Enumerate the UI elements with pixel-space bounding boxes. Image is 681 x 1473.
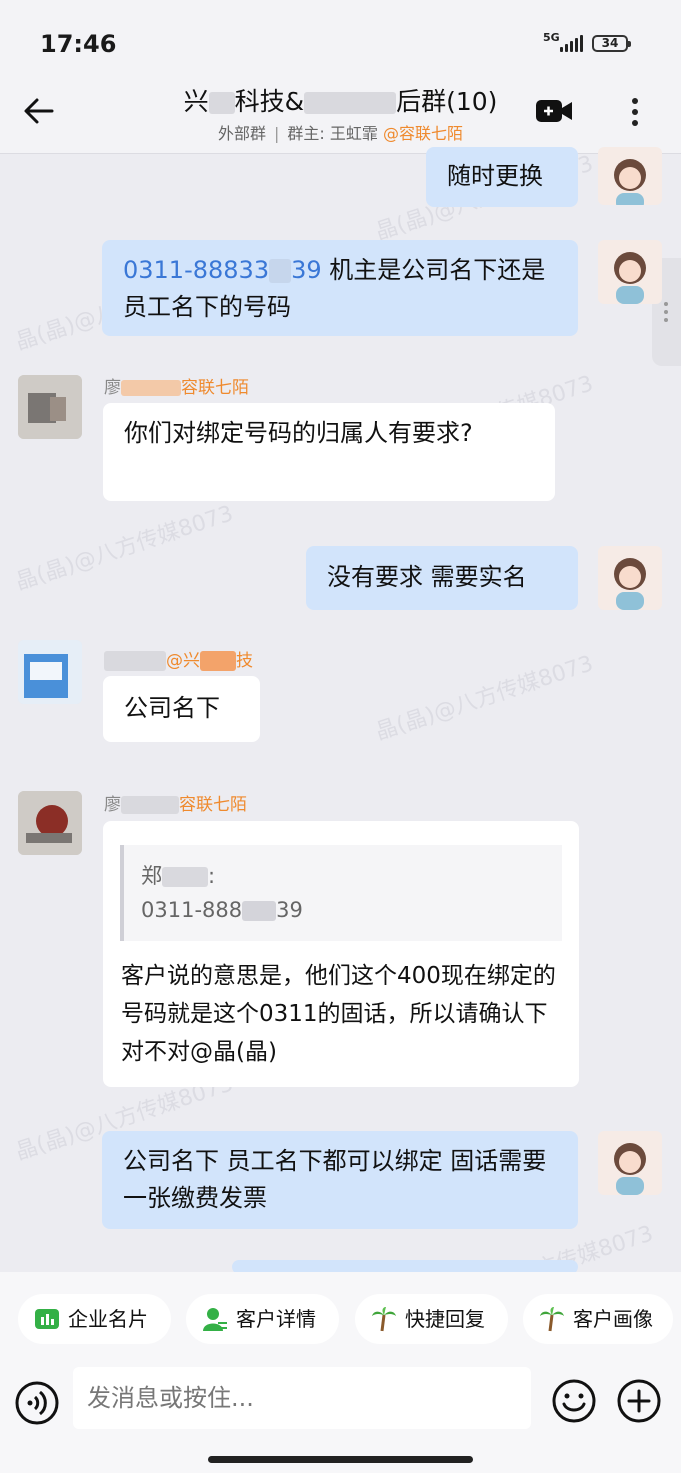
contact-avatar-icon <box>18 640 82 704</box>
message-bubble[interactable]: 你们对绑定号码的归属人有要求? <box>103 403 555 501</box>
user-avatar-icon <box>614 252 646 304</box>
add-icon[interactable] <box>616 1378 662 1424</box>
business-card-icon <box>35 1309 59 1329</box>
chat-subtitle: 外部群 | 群主: 王虹霏 @容联七陌 <box>218 124 463 143</box>
business-card-button[interactable]: 企业名片 <box>18 1294 171 1344</box>
business-card-label: 企业名片 <box>68 1307 148 1331</box>
message-text: 客户说的意思是，他们这个400现在绑定的号码就是这个0311的固话，所以请确认下… <box>121 963 556 1065</box>
message-text: 公司名下 <box>124 694 220 722</box>
quote-text-part: 0311-888 <box>141 898 243 922</box>
quote-sender: 郑: <box>141 864 216 888</box>
network-type: 5G <box>543 31 560 44</box>
status-time: 17:46 <box>40 30 117 58</box>
redacted-block <box>269 259 292 283</box>
battery-icon: 34 <box>592 35 631 52</box>
avatar[interactable] <box>18 640 82 704</box>
message-input[interactable] <box>73 1367 531 1429</box>
palm-tree-icon <box>540 1307 564 1332</box>
quick-reply-label: 快捷回复 <box>405 1307 485 1331</box>
chat-header: 兴科技& 后群(10) 外部群 | 群主: 王虹霏 @容联七陌 <box>0 78 681 154</box>
sender-name-text: 廖 <box>104 795 121 815</box>
redacted-block <box>242 901 277 921</box>
group-owner-label: 群主: 王虹霏 <box>287 124 378 143</box>
avatar[interactable] <box>598 1131 662 1195</box>
chat-title: 兴科技& 后群(10) <box>0 82 681 118</box>
more-options-icon[interactable] <box>620 92 650 132</box>
message-text: 你们对绑定号码的归属人有要求? <box>124 419 473 447</box>
quote-text: 0311-888 39 <box>141 893 562 927</box>
avatar[interactable] <box>598 546 662 610</box>
sender-org: 技 <box>236 651 253 671</box>
redacted-block <box>304 92 397 114</box>
sender-org: 容联七陌 <box>181 378 249 398</box>
redacted-block <box>121 380 181 396</box>
quote-sender-name: 郑 <box>141 864 162 888</box>
user-avatar-icon <box>614 1143 646 1195</box>
chat-title-part-1: 兴 <box>183 87 209 116</box>
group-org-label: @容联七陌 <box>382 124 463 143</box>
customer-profile-label: 客户画像 <box>573 1307 653 1331</box>
avatar[interactable] <box>598 147 662 205</box>
redacted-block <box>200 651 236 671</box>
user-avatar-icon <box>614 558 646 610</box>
message-bubble[interactable]: 没有要求 需要实名 <box>306 546 578 610</box>
redacted-block <box>208 92 235 114</box>
message-bubble[interactable]: 公司名下 <box>103 676 260 742</box>
composer-bar <box>0 1362 681 1473</box>
avatar[interactable] <box>18 791 82 855</box>
sender-org: @兴 <box>166 651 200 671</box>
avatar[interactable] <box>18 375 82 439</box>
watermark: 晶(晶)@八方传媒8073 <box>372 651 597 746</box>
redacted-block <box>121 796 179 814</box>
palm-tree-icon <box>372 1307 396 1332</box>
avatar[interactable] <box>598 240 662 304</box>
customer-profile-button[interactable]: 客户画像 <box>523 1294 673 1344</box>
phone-part: 39 <box>291 256 322 284</box>
sender-name: @兴 技 <box>104 646 253 671</box>
customer-detail-icon <box>203 1308 227 1331</box>
redacted-block <box>104 651 166 671</box>
customer-detail-label: 客户详情 <box>236 1307 316 1331</box>
message-text: 公司名下 员工名下都可以绑定 固话需要一张缴费发票 <box>123 1147 547 1212</box>
customer-detail-button[interactable]: 客户详情 <box>186 1294 339 1344</box>
contact-avatar-icon <box>18 791 82 855</box>
phone-part: 0311-88833 <box>123 256 270 284</box>
message-bubble[interactable]: 随时更换 <box>426 147 578 207</box>
sender-org: 容联七陌 <box>179 795 247 815</box>
group-type-label: 外部群 <box>218 124 267 143</box>
user-avatar-icon <box>614 159 646 205</box>
sender-name-text: 廖 <box>104 378 121 398</box>
chat-title-part-2: 科技& <box>234 87 305 116</box>
watermark: 晶(晶)@八方传媒8073 <box>12 501 237 596</box>
quote-text-part: 39 <box>276 898 303 922</box>
message-text: 随时更换 <box>447 162 543 190</box>
redacted-block <box>162 867 208 887</box>
message-text: 没有要求 需要实名 <box>327 563 527 591</box>
chat-title-part-3: 后群(10) <box>396 87 498 116</box>
quick-reply-button[interactable]: 快捷回复 <box>355 1294 508 1344</box>
message-bubble[interactable]: 公司名下 员工名下都可以绑定 固话需要一张缴费发票 <box>102 1131 578 1229</box>
emoji-icon[interactable] <box>551 1378 597 1424</box>
signal-icon <box>560 34 586 52</box>
phone-link[interactable]: 0311-88833 39 <box>123 256 322 284</box>
sender-name: 廖 容联七陌 <box>104 790 247 815</box>
sender-name: 廖 容联七陌 <box>104 373 249 398</box>
status-bar: 17:46 5G 34 <box>0 0 681 78</box>
message-bubble[interactable]: 0311-88833 39 机主是公司名下还是员工名下的号码 <box>102 240 578 336</box>
video-call-icon[interactable] <box>534 96 574 126</box>
voice-input-icon[interactable] <box>15 1381 59 1425</box>
home-indicator[interactable] <box>208 1456 473 1463</box>
quick-action-bar: 企业名片 客户详情 快捷回复 客户画像 <box>0 1272 681 1362</box>
quoted-message[interactable]: 郑: 0311-888 39 <box>120 845 562 941</box>
contact-avatar-icon <box>18 375 82 439</box>
